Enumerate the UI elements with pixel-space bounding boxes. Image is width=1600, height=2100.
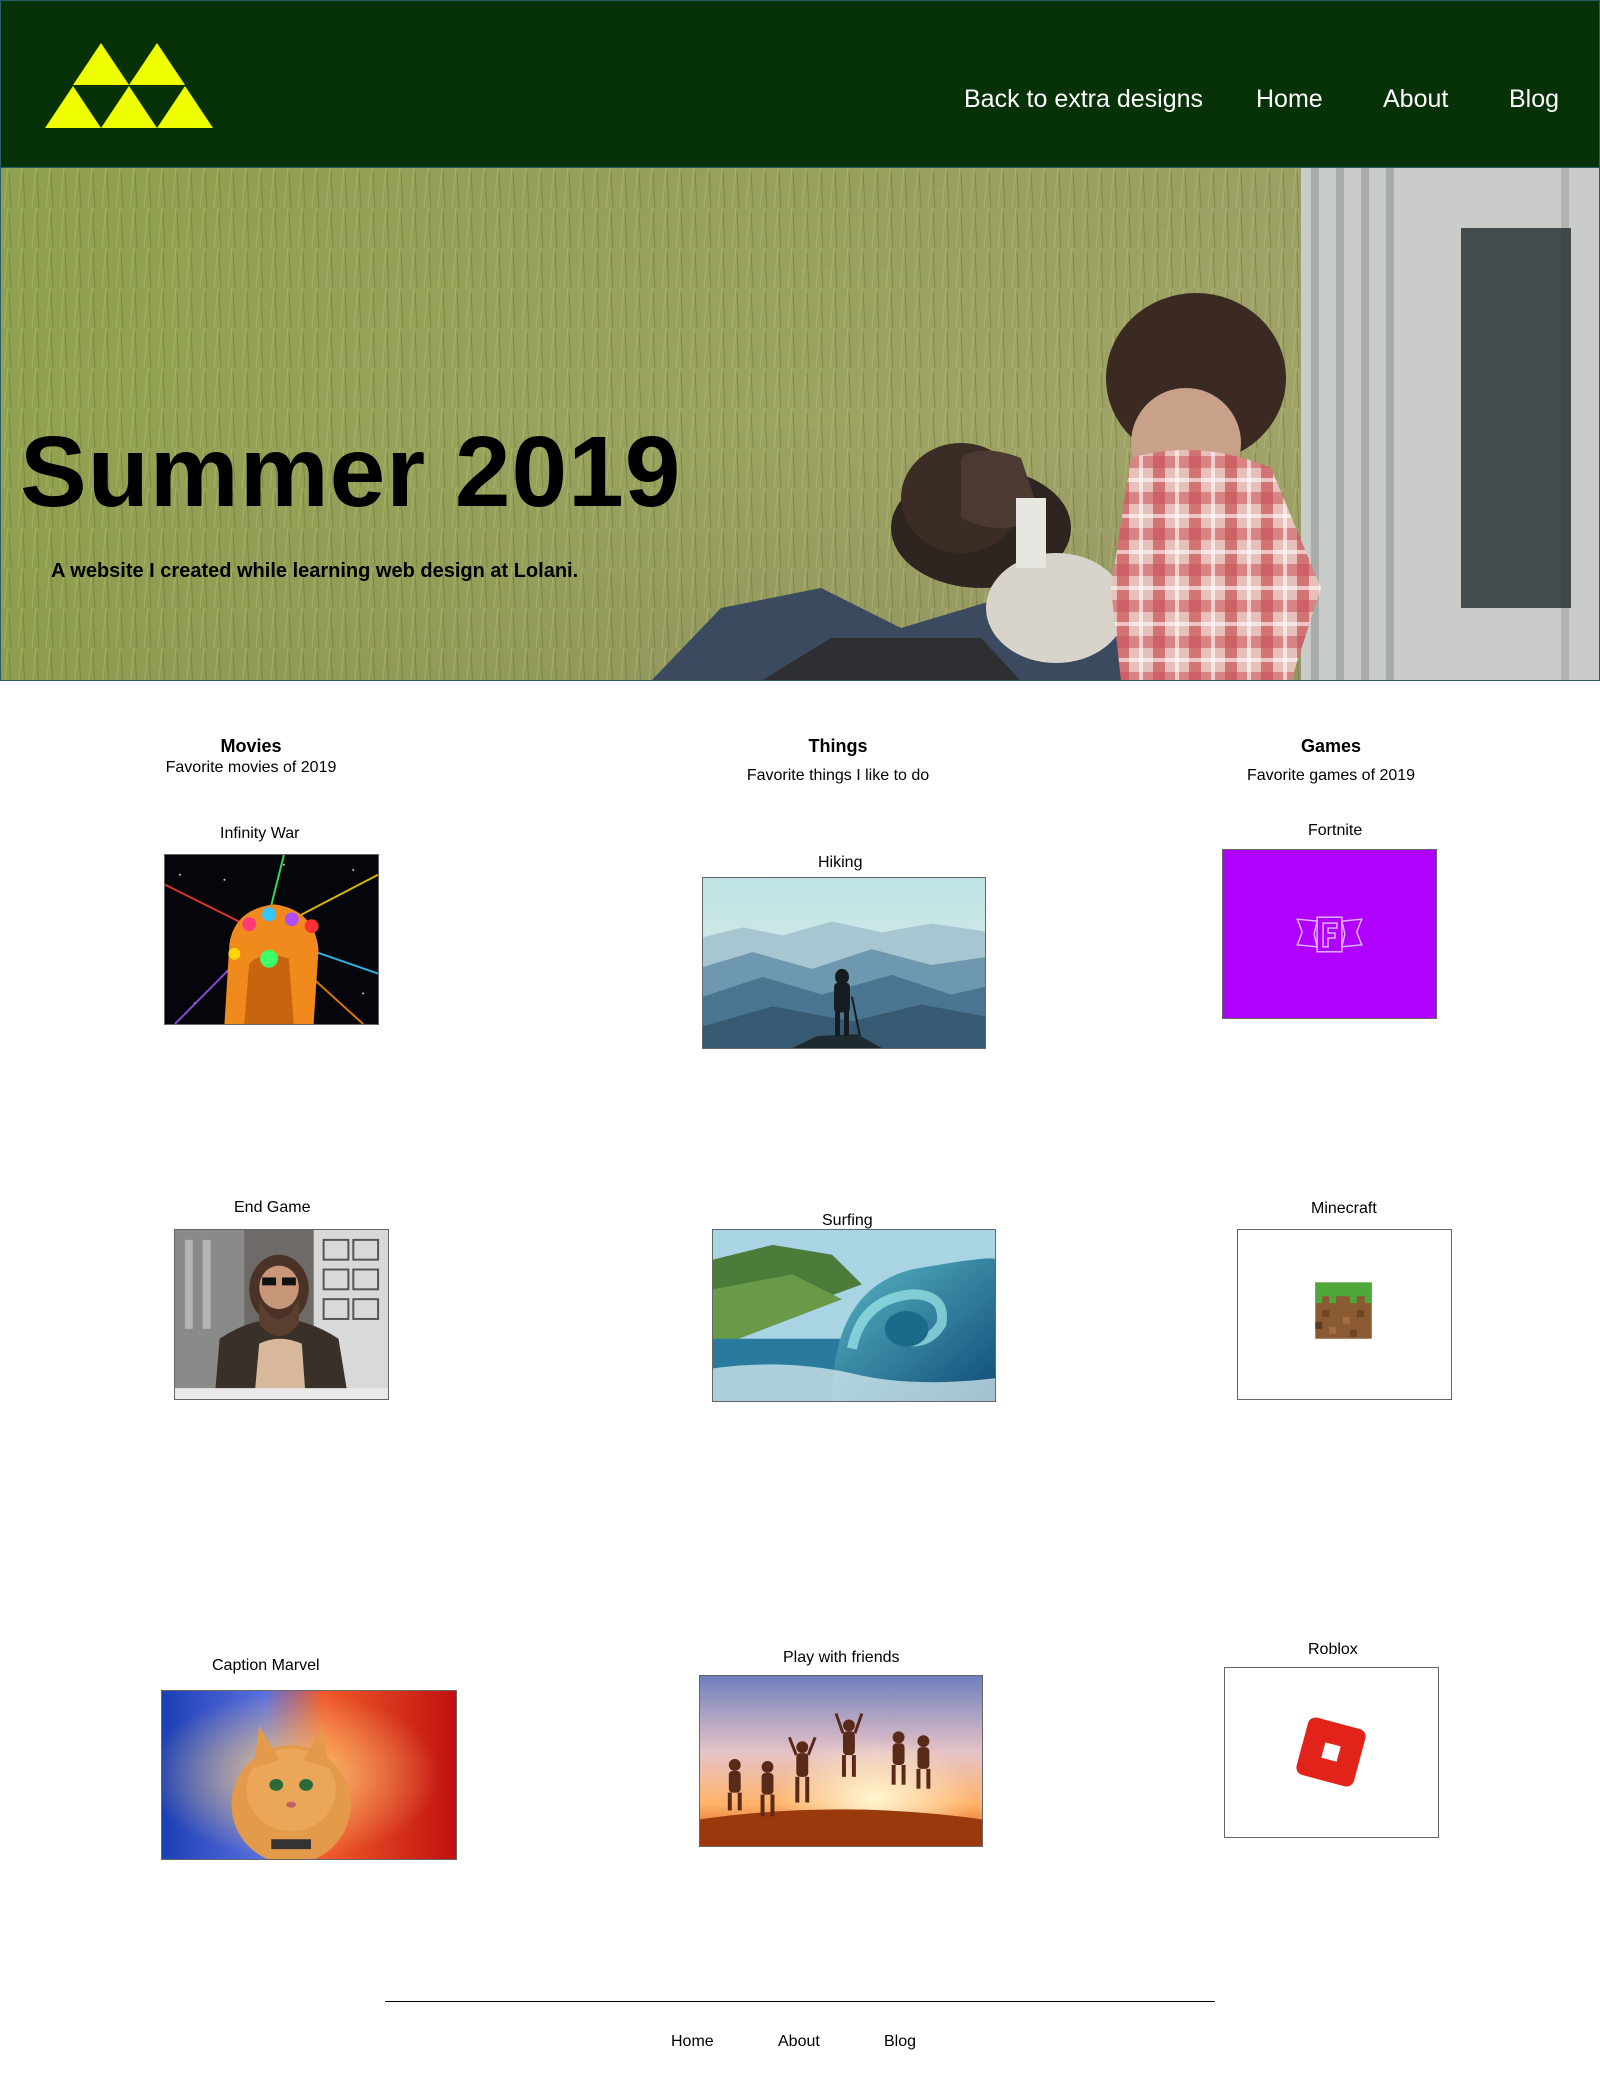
movies-column-header: Movies Favorite movies of 2019 — [91, 735, 411, 778]
fortnite-label: Fortnite — [1308, 822, 1363, 839]
surfing-image[interactable] — [712, 1229, 996, 1402]
minecraft-image[interactable] — [1237, 1229, 1452, 1400]
nav-about[interactable]: About — [1383, 83, 1448, 115]
games-heading: Games — [1300, 736, 1362, 756]
minecraft-label: Minecraft — [1311, 1200, 1377, 1217]
play-with-friends-label: Play with friends — [783, 1649, 900, 1666]
footer-link-home[interactable]: Home — [671, 2032, 714, 2052]
caption-marvel-label: Caption Marvel — [212, 1657, 320, 1674]
hero-title: Summer 2019 — [20, 416, 682, 528]
things-column-header: Things Favorite things I like to do — [678, 735, 998, 786]
infinity-war-label: Infinity War — [220, 825, 300, 842]
games-subheading: Favorite games of 2019 — [1246, 767, 1416, 784]
end-game-label: End Game — [234, 1199, 311, 1216]
play-with-friends-image[interactable] — [699, 1675, 983, 1847]
things-heading: Things — [808, 736, 868, 756]
site-header: Back to extra designs Home About Blog — [0, 0, 1600, 168]
caption-marvel-image[interactable] — [161, 1690, 457, 1860]
games-column-header: Games Favorite games of 2019 — [1171, 735, 1491, 786]
footer-link-blog[interactable]: Blog — [884, 2032, 916, 2052]
hiking-label: Hiking — [818, 854, 863, 871]
movies-subheading: Favorite movies of 2019 — [165, 759, 337, 776]
roblox-image[interactable] — [1224, 1667, 1439, 1838]
nav-back-to-extra-designs[interactable]: Back to extra designs — [964, 83, 1203, 115]
hero-subtitle: A website I created while learning web d… — [51, 560, 579, 582]
footer-divider — [385, 2001, 1215, 2002]
hiking-image[interactable] — [702, 877, 986, 1049]
nav-blog[interactable]: Blog — [1509, 83, 1559, 115]
triforce-icon[interactable] — [45, 43, 213, 128]
infinity-war-image[interactable] — [164, 854, 379, 1025]
surfing-label: Surfing — [822, 1212, 873, 1229]
footer-link-about[interactable]: About — [778, 2032, 820, 2052]
movies-heading: Movies — [220, 736, 282, 756]
things-subheading: Favorite things I like to do — [746, 767, 930, 784]
end-game-image[interactable] — [174, 1229, 389, 1400]
roblox-label: Roblox — [1308, 1641, 1358, 1658]
fortnite-image[interactable] — [1222, 849, 1437, 1019]
nav-home[interactable]: Home — [1256, 83, 1323, 115]
